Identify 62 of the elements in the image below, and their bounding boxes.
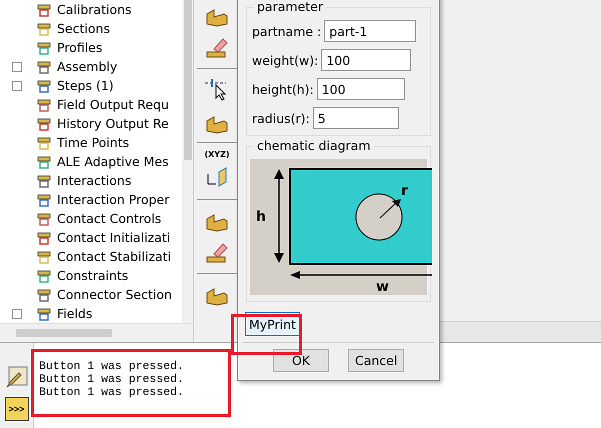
group-title: chematic diagram — [254, 138, 374, 153]
field-label: height(h): — [252, 82, 314, 96]
tree-item[interactable]: Steps (1) — [57, 78, 114, 93]
console-line: Button 1 was pressed. — [39, 360, 184, 373]
tree-item[interactable]: History Output Re — [57, 116, 169, 131]
tree-item[interactable]: Connector Section — [57, 287, 172, 302]
expand-icon[interactable] — [12, 62, 22, 72]
tree-item[interactable]: Field Output Requ — [57, 97, 169, 112]
tree-item[interactable]: Interaction Proper — [57, 192, 170, 207]
tree-node-icon — [36, 96, 52, 112]
tree-item[interactable]: ALE Adaptive Mes — [57, 154, 169, 169]
h-label: h — [256, 209, 266, 225]
r-label: r — [401, 183, 408, 199]
pencil-icon[interactable] — [4, 365, 28, 389]
xyz-label[interactable]: (XYZ) — [204, 150, 230, 159]
tree-item[interactable]: Sections — [57, 21, 110, 36]
ok-button[interactable]: OK — [273, 349, 329, 372]
tree-node-icon — [36, 58, 52, 74]
tree-node-icon — [36, 116, 52, 132]
tree-item[interactable]: Assembly — [57, 59, 118, 74]
w-label: w — [376, 279, 389, 295]
group-title: parameter — [254, 0, 326, 14]
tree-node-icon — [36, 2, 52, 18]
tree-item[interactable]: Constraints — [57, 268, 128, 283]
vertical-scrollbar[interactable] — [182, 0, 193, 323]
console-line: Button 1 was pressed. — [39, 373, 184, 386]
input-field[interactable]: 100 — [321, 49, 412, 71]
expand-icon[interactable] — [12, 80, 22, 90]
hole-circle — [356, 194, 402, 240]
cancel-button[interactable]: Cancel — [348, 349, 404, 372]
tree-node-icon — [36, 134, 52, 150]
tree-item[interactable]: Profiles — [57, 40, 102, 55]
tree-node-icon — [36, 154, 52, 170]
radius-arrow — [380, 199, 401, 218]
tree-node-icon — [36, 286, 52, 302]
tree-node-icon — [36, 78, 52, 94]
tree-node-icon — [36, 192, 52, 208]
input-field[interactable]: 100 — [316, 78, 405, 100]
tree-item[interactable]: Time Points — [57, 135, 130, 150]
tree-item[interactable]: Fields — [57, 306, 92, 321]
tree-node-icon — [36, 248, 52, 264]
field-label: weight(w): — [252, 52, 318, 68]
input-field[interactable]: 5 — [312, 107, 399, 129]
tree-node-icon — [36, 20, 52, 36]
tree-item[interactable]: Interactions — [57, 173, 132, 188]
tree-node-icon — [36, 230, 52, 246]
tree-node-icon — [36, 210, 52, 226]
field-label: partname : — [252, 24, 322, 38]
horizontal-scrollbar[interactable] — [0, 323, 193, 342]
tree-node-icon — [36, 268, 52, 284]
input-field[interactable]: part-1 — [324, 20, 416, 42]
tree-item[interactable]: Calibrations — [57, 2, 132, 17]
tree-item[interactable]: Contact Initializati — [57, 230, 170, 245]
tree-node-icon — [36, 40, 52, 56]
tree-item[interactable]: Contact Controls — [57, 211, 162, 226]
prompt-button[interactable]: >>> — [4, 397, 28, 421]
tree-node-icon — [36, 172, 52, 188]
field-label: radius(r): — [252, 110, 310, 126]
expand-icon[interactable] — [12, 308, 22, 318]
console-line: Button 1 was pressed. — [39, 386, 184, 399]
tree-node-icon — [36, 306, 52, 322]
tree-item[interactable]: Contact Stabilizati — [57, 249, 172, 264]
